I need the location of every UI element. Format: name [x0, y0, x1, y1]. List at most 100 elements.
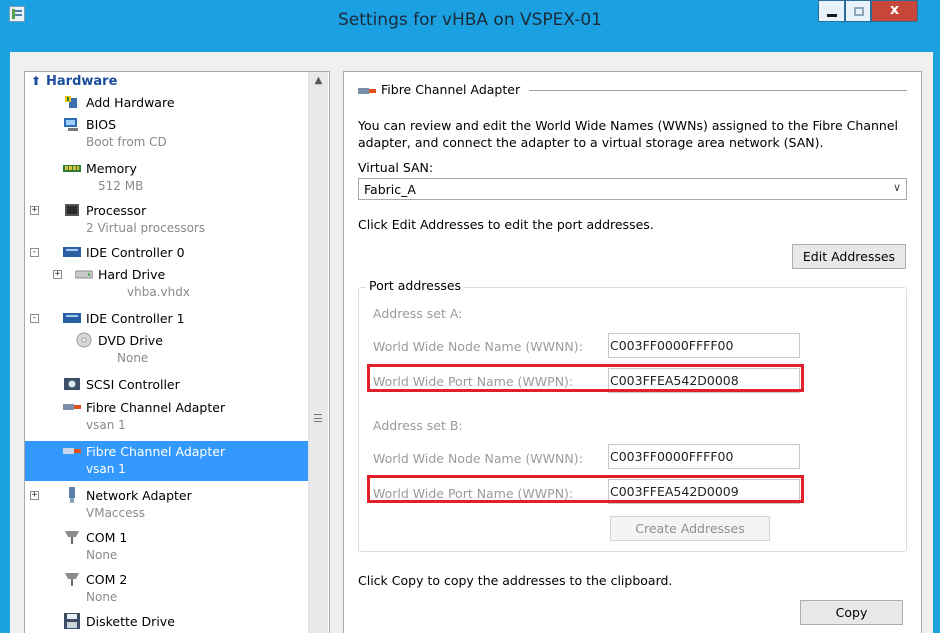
- title-bar[interactable]: Settings for vHBA on VSPEX-01 x: [0, 0, 940, 52]
- close-button[interactable]: x: [871, 0, 918, 22]
- tree-item-detail: vsan 1: [86, 418, 126, 432]
- tree-item-bios[interactable]: BIOS Boot from CD: [25, 114, 309, 154]
- collapse-minus-icon[interactable]: -: [30, 248, 39, 257]
- tree-item-label: COM 1: [86, 530, 128, 545]
- tree-section-label: Hardware: [46, 74, 118, 89]
- tree-item-processor[interactable]: + Processor 2 Virtual processors: [25, 200, 309, 240]
- tree-item-label: Fibre Channel Adapter: [86, 444, 226, 459]
- set-a-wwnn-field[interactable]: C003FF0000FFFF00: [608, 333, 800, 358]
- tree-item-dvd-drive[interactable]: DVD Drive None: [25, 330, 309, 370]
- minimize-icon: [827, 14, 837, 17]
- bios-icon: [64, 118, 78, 131]
- fibre-channel-icon: [63, 404, 81, 410]
- set-b-wwnn-field[interactable]: C003FF0000FFFF00: [608, 444, 800, 469]
- window-title: Settings for vHBA on VSPEX-01: [337, 10, 602, 30]
- copy-button[interactable]: Copy: [800, 600, 903, 625]
- tree-item-detail: vsan 1: [86, 462, 126, 476]
- tree-item-fibre-channel-adapter[interactable]: Fibre Channel Adapter vsan 1: [25, 397, 309, 437]
- chevron-down-icon[interactable]: ∨: [893, 181, 901, 194]
- tree-item-ide-controller-1[interactable]: - IDE Controller 1: [25, 308, 309, 330]
- expand-plus-icon[interactable]: +: [30, 206, 39, 215]
- expand-plus-icon[interactable]: +: [53, 270, 62, 279]
- tree-item-add-hardware[interactable]: Add Hardware: [25, 92, 309, 114]
- create-addresses-button[interactable]: Create Addresses: [610, 516, 770, 541]
- com-port-icon: [65, 531, 79, 544]
- tree-item-ide-controller-0[interactable]: - IDE Controller 0: [25, 242, 309, 264]
- section-header: Fibre Channel Adapter: [358, 82, 520, 97]
- scroll-up-arrow-icon[interactable]: ▲: [309, 72, 328, 90]
- tree-item-detail: 512 MB: [98, 179, 144, 193]
- tree-item-detail: VMaccess: [86, 506, 145, 520]
- address-set-a-title: Address set A:: [373, 306, 463, 321]
- tree-item-label: Memory: [86, 161, 137, 176]
- scroll-thumb-grip-icon[interactable]: [314, 414, 322, 422]
- tree-item-com-1[interactable]: COM 1 None: [25, 527, 309, 567]
- tree-item-label: BIOS: [86, 117, 117, 132]
- tree-item-detail: 2 Virtual processors: [86, 221, 206, 235]
- tree-item-scsi-controller[interactable]: SCSI Controller: [25, 374, 309, 396]
- tree-item-label: Add Hardware: [86, 95, 175, 110]
- section-divider: [529, 90, 907, 91]
- hard-drive-icon: [75, 270, 93, 279]
- tree-item-diskette-drive[interactable]: Diskette Drive: [25, 611, 309, 633]
- fibre-channel-icon: [358, 87, 376, 94]
- set-b-wwnn-label: World Wide Node Name (WWNN):: [373, 451, 583, 466]
- network-adapter-icon: [69, 487, 75, 503]
- virtual-san-label: Virtual SAN:: [358, 160, 434, 175]
- edit-addresses-button[interactable]: Edit Addresses: [792, 244, 906, 269]
- tree-item-label: COM 2: [86, 572, 128, 587]
- tree-item-memory[interactable]: Memory 512 MB: [25, 158, 309, 198]
- set-a-wwnn-label: World Wide Node Name (WWNN):: [373, 339, 583, 354]
- expand-plus-icon[interactable]: +: [30, 491, 39, 500]
- wwpn-a-highlight-box: [367, 364, 804, 392]
- description-text: You can review and edit the World Wide N…: [358, 118, 898, 150]
- tree-item-label: Hard Drive: [98, 267, 166, 282]
- edit-addresses-hint: Click Edit Addresses to edit the port ad…: [358, 217, 654, 232]
- tree-item-label: Processor: [86, 203, 147, 218]
- tree-item-detail: vhba.vhdx: [127, 285, 190, 299]
- tree-item-label: Network Adapter: [86, 488, 192, 503]
- collapse-up-icon[interactable]: ⬆: [31, 74, 41, 88]
- port-addresses-title: Port addresses: [366, 278, 465, 293]
- hardware-tree[interactable]: ⬆ Hardware Add Hardware BIOS Boot from C…: [24, 71, 330, 633]
- add-hardware-icon: [65, 96, 77, 108]
- virtual-san-dropdown[interactable]: Fabric_A ∨: [358, 178, 907, 200]
- tree-item-label: Diskette Drive: [86, 614, 175, 629]
- maximize-button[interactable]: [845, 0, 871, 22]
- tree-item-com-2[interactable]: COM 2 None: [25, 569, 309, 609]
- tree-item-detail: None: [86, 548, 118, 562]
- tree-item-hard-drive[interactable]: + Hard Drive vhba.vhdx: [25, 264, 309, 304]
- tree-item-label: DVD Drive: [98, 333, 163, 348]
- copy-hint: Click Copy to copy the addresses to the …: [358, 573, 673, 588]
- set-a-wwnn-value: C003FF0000FFFF00: [610, 338, 734, 353]
- settings-panel: Fibre Channel Adapter You can review and…: [343, 71, 922, 633]
- com-port-icon: [65, 573, 79, 586]
- ide-controller-icon: [63, 247, 81, 257]
- wwpn-b-highlight-box: [367, 475, 804, 503]
- processor-icon: [65, 204, 79, 216]
- minimize-button[interactable]: [818, 0, 845, 22]
- tree-item-label: IDE Controller 0: [86, 245, 185, 260]
- tree-scrollbar[interactable]: ▲: [308, 72, 328, 633]
- section-title: Fibre Channel Adapter: [381, 82, 521, 97]
- tree-item-detail: None: [86, 590, 118, 604]
- set-b-wwnn-value: C003FF0000FFFF00: [610, 449, 734, 464]
- tree-item-detail: Boot from CD: [86, 135, 167, 149]
- collapse-minus-icon[interactable]: -: [30, 314, 39, 323]
- tree-item-label: Fibre Channel Adapter: [86, 400, 226, 415]
- tree-item-fibre-channel-adapter-selected[interactable]: Fibre Channel Adapter vsan 1: [25, 441, 309, 481]
- ide-controller-icon: [63, 313, 81, 323]
- tree-item-label: IDE Controller 1: [86, 311, 185, 326]
- memory-icon: [63, 165, 81, 172]
- maximize-icon: [854, 7, 864, 16]
- tree-item-label: SCSI Controller: [86, 377, 180, 392]
- address-set-b-title: Address set B:: [373, 418, 463, 433]
- fibre-channel-icon: [63, 448, 81, 454]
- virtual-san-value: Fabric_A: [364, 182, 416, 197]
- tree-item-detail: None: [117, 351, 149, 365]
- scsi-controller-icon: [64, 378, 80, 390]
- close-icon: x: [889, 2, 900, 18]
- tree-section-hardware[interactable]: ⬆ Hardware: [25, 72, 309, 94]
- dvd-drive-icon: [76, 332, 92, 348]
- tree-item-network-adapter[interactable]: + Network Adapter VMaccess: [25, 485, 309, 525]
